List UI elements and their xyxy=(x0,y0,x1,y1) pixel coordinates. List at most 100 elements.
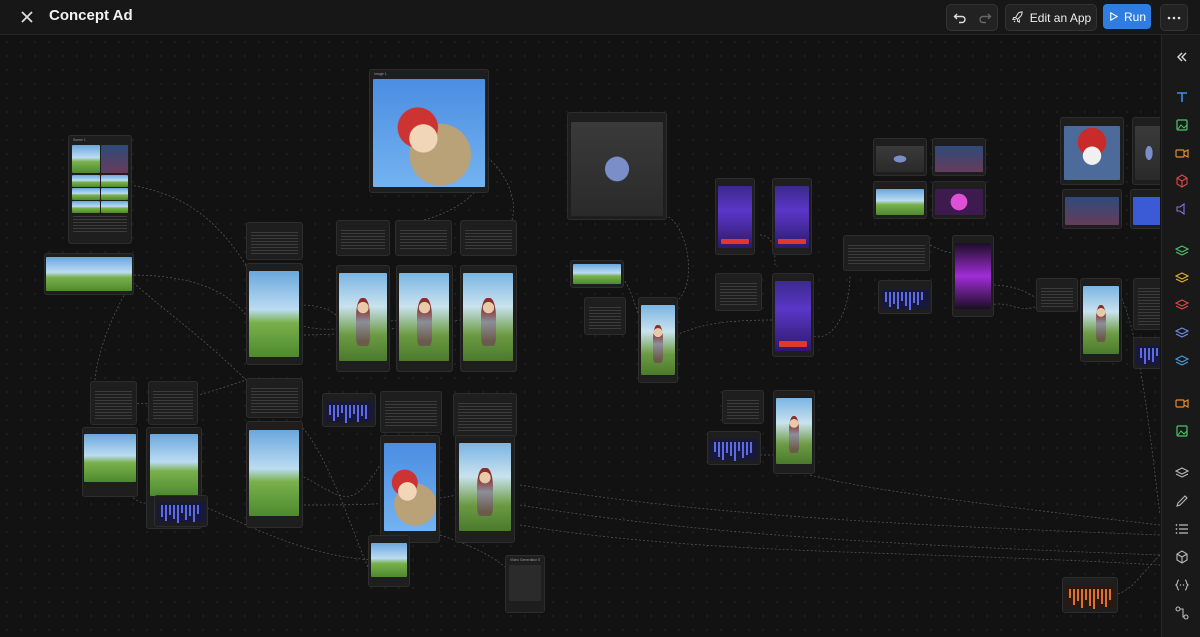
text-node[interactable] xyxy=(246,222,303,260)
video-orange-button[interactable] xyxy=(1172,393,1192,413)
video-tool-button[interactable] xyxy=(1172,143,1192,163)
image-node[interactable] xyxy=(44,253,134,295)
image-generation-node[interactable] xyxy=(460,265,517,372)
text-node[interactable] xyxy=(460,220,517,256)
layers-yellow-button[interactable] xyxy=(1172,268,1192,288)
undo-button[interactable] xyxy=(947,5,972,30)
collapse-panel-button[interactable] xyxy=(1172,47,1192,67)
video-thumbnail xyxy=(384,443,436,531)
image-generation-node[interactable] xyxy=(1080,278,1122,362)
video-generation-node[interactable] xyxy=(455,435,515,543)
image-thumbnail xyxy=(72,175,100,187)
text-node[interactable] xyxy=(336,220,390,256)
image-thumbnail xyxy=(1064,126,1120,180)
undo-redo-group xyxy=(946,4,998,31)
text-node[interactable] xyxy=(380,391,442,433)
text-node[interactable] xyxy=(90,381,137,425)
image-node-hero[interactable]: Image 1 xyxy=(369,69,489,193)
layers-gray-button[interactable] xyxy=(1172,463,1192,483)
text-node[interactable] xyxy=(1133,278,1160,330)
pen-icon xyxy=(1176,495,1188,507)
pen-button[interactable] xyxy=(1172,491,1192,511)
video-generation-node[interactable] xyxy=(380,435,440,543)
image-node[interactable] xyxy=(1060,117,1124,185)
image-node[interactable] xyxy=(873,181,927,219)
image-tool-icon xyxy=(1176,119,1188,131)
close-button[interactable] xyxy=(16,6,38,28)
image-thumbnail xyxy=(72,201,100,213)
cube-button[interactable] xyxy=(1172,547,1192,567)
text-node[interactable] xyxy=(715,273,762,311)
image-thumbnail xyxy=(84,434,136,482)
audio-node[interactable] xyxy=(878,280,932,314)
text-lines xyxy=(720,283,757,306)
image-generation-node[interactable] xyxy=(82,427,138,497)
image-grid-node[interactable]: Scene 1 xyxy=(68,135,132,244)
empty-video-preview xyxy=(509,565,541,601)
text-node[interactable] xyxy=(395,220,452,256)
video-generation-node[interactable] xyxy=(952,235,994,317)
audio-waveform xyxy=(157,502,205,523)
redo-button[interactable] xyxy=(972,5,997,30)
audio-tool-button[interactable] xyxy=(1172,199,1192,219)
image-tool-button[interactable] xyxy=(1172,115,1192,135)
node-header: Video Generation 5 xyxy=(510,558,541,562)
text-lines xyxy=(848,245,925,266)
connect-button[interactable] xyxy=(1172,603,1192,623)
image-generation-node[interactable] xyxy=(246,263,303,365)
audio-node[interactable] xyxy=(154,495,208,527)
image-node[interactable] xyxy=(1062,189,1122,229)
image-node[interactable] xyxy=(932,138,986,176)
image-generation-node[interactable] xyxy=(715,178,755,255)
text-node[interactable] xyxy=(584,297,626,335)
image-thumbnail xyxy=(72,145,100,173)
image-generation-node[interactable] xyxy=(368,535,410,587)
image-generation-node[interactable] xyxy=(772,178,812,255)
text-node[interactable] xyxy=(148,381,198,425)
text-tool-button[interactable] xyxy=(1172,87,1192,107)
list-button[interactable] xyxy=(1172,519,1192,539)
undo-icon xyxy=(953,13,966,23)
layers-blue-button[interactable] xyxy=(1172,323,1192,343)
image-generation-node[interactable] xyxy=(638,297,678,383)
node-header: Image 1 xyxy=(374,72,387,76)
audio-node[interactable] xyxy=(1062,577,1118,613)
image-node[interactable] xyxy=(1132,117,1160,185)
image-node[interactable] xyxy=(873,138,927,176)
video-generation-node[interactable] xyxy=(773,390,815,474)
audio-node[interactable] xyxy=(1133,337,1160,369)
layers-blue-2-button[interactable] xyxy=(1172,351,1192,371)
image-node[interactable] xyxy=(570,260,624,288)
text-lines xyxy=(341,230,385,251)
image-node[interactable] xyxy=(932,181,986,219)
audio-node[interactable] xyxy=(707,431,761,465)
more-options-button[interactable] xyxy=(1160,4,1188,31)
text-node[interactable] xyxy=(1036,278,1078,312)
image-node[interactable] xyxy=(567,112,667,220)
edit-an-app-button[interactable]: Edit an App xyxy=(1005,4,1097,31)
text-node[interactable] xyxy=(722,390,764,424)
image-node[interactable] xyxy=(1130,189,1160,229)
layers-red-button[interactable] xyxy=(1172,295,1192,315)
image-generation-node[interactable] xyxy=(336,265,390,372)
layers-green-button[interactable] xyxy=(1172,241,1192,261)
audio-node[interactable] xyxy=(322,393,376,427)
text-lines xyxy=(400,230,447,251)
text-node[interactable] xyxy=(246,378,303,418)
text-node[interactable] xyxy=(453,393,517,437)
run-button[interactable]: Run xyxy=(1103,4,1151,29)
image-generation-node[interactable] xyxy=(246,421,303,528)
page-title: Concept Ad xyxy=(49,7,133,24)
workflow-canvas[interactable]: Scene 1 Image 1 Video Generation 5 xyxy=(0,35,1160,637)
redo-icon xyxy=(978,13,991,23)
text-node[interactable] xyxy=(843,235,930,271)
variable-button[interactable] xyxy=(1172,575,1192,595)
text-lines xyxy=(73,216,127,234)
image-generation-node[interactable] xyxy=(772,273,814,357)
image-thumbnail xyxy=(399,273,449,361)
image-generation-node[interactable] xyxy=(396,265,453,372)
image-green-button[interactable] xyxy=(1172,421,1192,441)
video-generation-placeholder-node[interactable]: Video Generation 5 xyxy=(505,555,545,613)
3d-tool-button[interactable] xyxy=(1172,171,1192,191)
text-lines xyxy=(727,400,759,419)
